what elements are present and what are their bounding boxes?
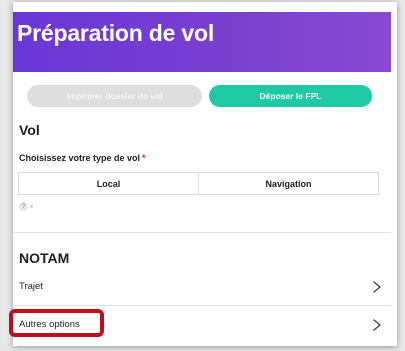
chevron-right-icon: [373, 281, 381, 293]
row-divider: [13, 305, 391, 306]
print-flight-file-button[interactable]: Imprimer dossier de vol: [27, 85, 202, 107]
chevron-right-icon: [373, 319, 381, 331]
page-title: Préparation de vol: [17, 20, 215, 46]
help-icon: ?: [19, 202, 28, 211]
help-chip[interactable]: ? x: [19, 202, 33, 211]
required-marker: *: [142, 153, 146, 163]
notam-other-options-row[interactable]: Autres options: [13, 310, 391, 340]
vol-section-title: Vol: [19, 122, 40, 138]
flight-type-selector: Local Navigation: [18, 172, 379, 195]
notam-trajet-row[interactable]: Trajet: [13, 272, 391, 302]
flight-type-label-text: Choisissez votre type de vol: [19, 153, 141, 163]
flight-type-label: Choisissez votre type de vol *: [19, 153, 146, 163]
flight-type-local-option[interactable]: Local: [19, 173, 198, 194]
notam-trajet-label: Trajet: [19, 281, 43, 292]
page-header: Préparation de vol: [13, 12, 391, 72]
file-fpl-button[interactable]: Déposer le FPL: [209, 85, 372, 107]
section-divider: [13, 232, 391, 233]
flight-type-navigation-option[interactable]: Navigation: [198, 173, 378, 194]
help-close: x: [30, 203, 33, 210]
notam-other-options-label: Autres options: [19, 319, 80, 330]
notam-section-title: NOTAM: [19, 250, 70, 266]
